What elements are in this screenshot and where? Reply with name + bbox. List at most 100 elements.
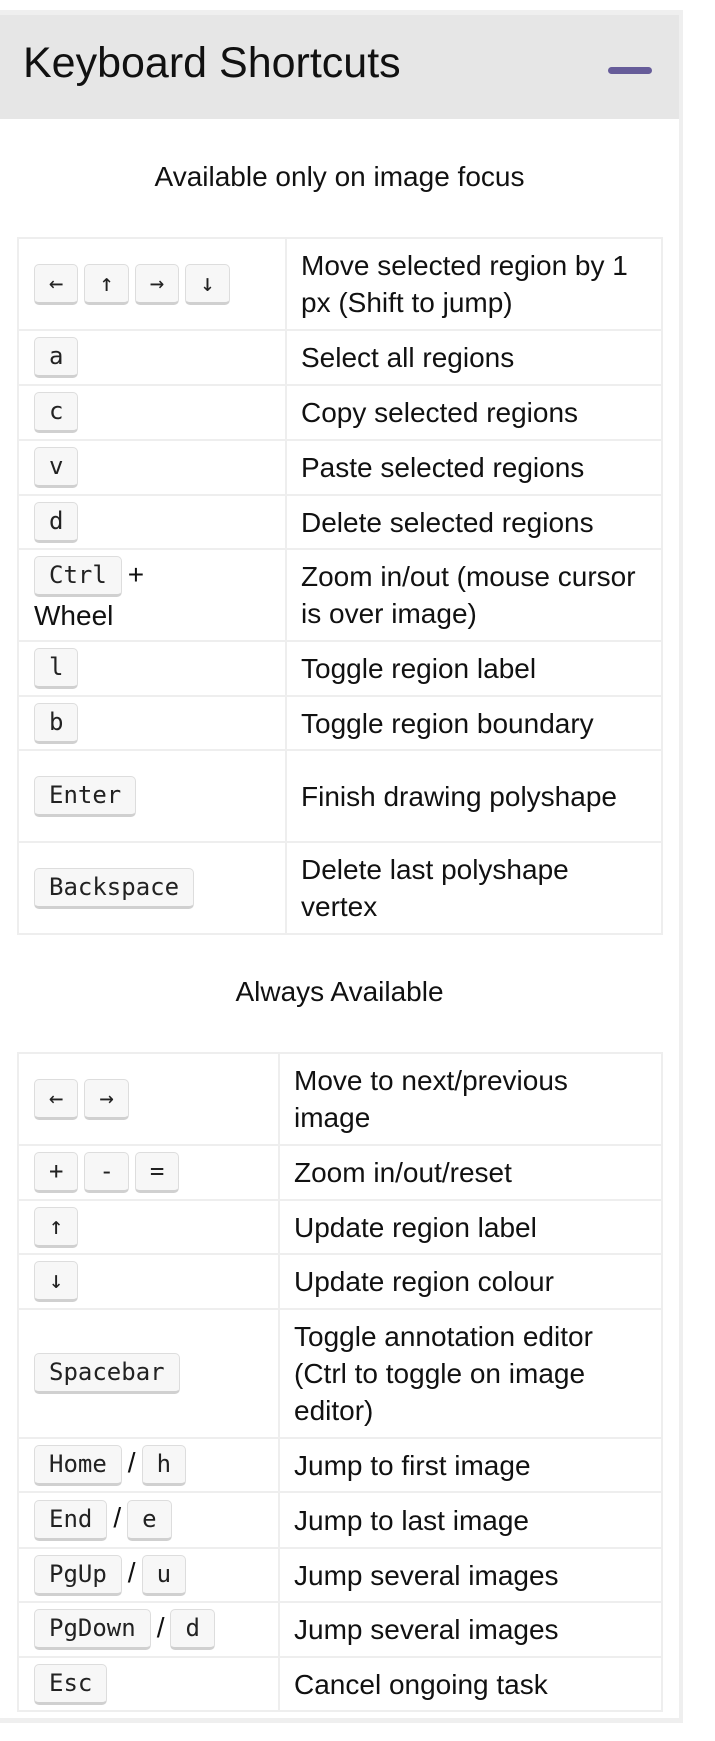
shortcut-row: c Copy selected regions (17, 384, 663, 441)
key-cap: PgUp (34, 1554, 122, 1596)
shortcut-description: Delete last polyshape vertex (285, 841, 663, 935)
shortcut-row: Ctrl + Wheel Zoom in/out (mouse cursor is o… (17, 548, 663, 642)
key-cap: End (34, 1499, 108, 1541)
key-separator: / (113, 1502, 122, 1534)
shortcut-keys: End / e (17, 1491, 280, 1549)
shortcut-row: ← ↑ → ↓ Move selected region by 1 px (Shift … (17, 237, 663, 331)
key-cap: → (134, 263, 180, 305)
shortcut-row: b Toggle region boundary (17, 695, 663, 751)
shortcut-description: Toggle region boundary (285, 695, 663, 751)
shortcut-row: Spacebar Toggle annotation editor (Ctrl t… (17, 1308, 663, 1439)
shortcut-description: Cancel ongoing task (278, 1656, 663, 1712)
shortcut-keys: a (17, 329, 287, 386)
key-cap: + (34, 1152, 79, 1194)
key-cap: PgDown (34, 1609, 151, 1651)
key-separator: / (156, 1611, 165, 1643)
shortcut-description: Jump several images (278, 1601, 663, 1658)
shortcut-row: PgUp / u Jump several images (17, 1547, 663, 1603)
shortcut-row: + - = Zoom in/out/reset (17, 1144, 663, 1201)
shortcut-row: Backspace Delete last polyshape vertex (17, 841, 663, 935)
key-cap: ↑ (84, 263, 129, 305)
shortcut-keys: + - = (17, 1144, 280, 1201)
shortcut-keys: b (17, 695, 287, 751)
shortcut-row: PgDown / d Jump several images (17, 1601, 663, 1658)
shortcut-description: Paste selected regions (285, 439, 663, 496)
shortcut-keys: PgDown / d (17, 1601, 280, 1658)
shortcut-description: Jump several images (278, 1547, 663, 1603)
shortcut-description: Toggle annotation editor (Ctrl to toggle… (278, 1308, 663, 1439)
key-cap: h (141, 1444, 187, 1486)
key-cap: Backspace (34, 867, 195, 909)
shortcut-keys: Spacebar (17, 1308, 280, 1439)
shortcut-row: a Select all regions (17, 329, 663, 386)
key-cap: Spacebar (34, 1353, 180, 1395)
shortcut-keys: l (17, 640, 287, 697)
key-cap: ↑ (34, 1206, 79, 1248)
key-cap: u (141, 1554, 187, 1596)
key-cap: Ctrl (34, 556, 122, 598)
shortcut-description: Copy selected regions (285, 384, 663, 441)
shortcut-row: v Paste selected regions (17, 439, 663, 496)
key-separator: / (127, 1557, 136, 1589)
key-separator: Wheel (34, 600, 114, 632)
key-cap: Home (34, 1444, 122, 1486)
shortcut-row: l Toggle region label (17, 640, 663, 697)
shortcut-description: Move to next/previous image (278, 1052, 663, 1146)
shortcut-row: End / e Jump to last image (17, 1491, 663, 1549)
shortcut-keys: d (17, 494, 287, 550)
shortcut-keys: Enter (17, 749, 287, 843)
shortcut-description: Jump to first image (278, 1437, 663, 1493)
panel-title: Keyboard Shortcuts (23, 39, 401, 87)
shortcut-row: ← → Move to next/previous image (17, 1052, 663, 1146)
shortcut-description: Zoom in/out (mouse cursor is over image) (285, 548, 663, 642)
key-cap: ↓ (185, 263, 230, 305)
shortcut-row: ↑ Update region label (17, 1199, 663, 1255)
key-cap: v (34, 447, 79, 489)
shortcut-row: Esc Cancel ongoing task (17, 1656, 663, 1712)
key-cap: c (34, 392, 79, 434)
key-cap: b (34, 702, 79, 744)
shortcuts-table-always: ← → Move to next/previous image + - = Zoom in/… (17, 1052, 663, 1712)
shortcuts-table-image-focus: ← ↑ → ↓ Move selected region by 1 px (Shift … (17, 237, 663, 935)
shortcut-keys: PgUp / u (17, 1547, 280, 1603)
shortcut-keys: Esc (17, 1656, 280, 1712)
key-cap: → (84, 1078, 129, 1120)
shortcut-keys: Home / h (17, 1437, 280, 1493)
shortcut-row: ↓ Update region colour (17, 1253, 663, 1310)
shortcut-keys: ← ↑ → ↓ (17, 237, 287, 331)
shortcut-row: Enter Finish drawing polyshape (17, 749, 663, 843)
section-heading-image-focus: Available only on image focus (154, 161, 525, 192)
shortcut-keys: ↑ (17, 1199, 280, 1255)
key-cap: ← (34, 1078, 79, 1120)
shortcut-description: Finish drawing polyshape (285, 749, 663, 843)
panel-header[interactable]: Keyboard Shortcuts (0, 15, 679, 119)
key-cap: d (170, 1609, 215, 1651)
shortcut-description: Toggle region label (285, 640, 663, 697)
shortcut-keys: Ctrl + Wheel (17, 548, 287, 642)
key-cap: = (134, 1152, 180, 1194)
shortcut-keys: ← → (17, 1052, 280, 1146)
shortcut-keys: v (17, 439, 287, 496)
collapse-minus-icon[interactable] (608, 67, 652, 74)
shortcut-description: Jump to last image (278, 1491, 663, 1549)
shortcut-description: Delete selected regions (285, 494, 663, 550)
keyboard-shortcuts-panel: Keyboard Shortcuts Available only on ima… (0, 15, 683, 1723)
shortcut-keys: Backspace (17, 841, 287, 935)
shortcut-keys: c (17, 384, 287, 441)
shortcut-description: Update region label (278, 1199, 663, 1255)
shortcut-description: Move selected region by 1 px (Shift to j… (285, 237, 663, 331)
shortcut-description: Update region colour (278, 1253, 663, 1310)
key-separator: + (127, 558, 145, 590)
key-cap: Esc (34, 1663, 108, 1705)
key-separator: / (127, 1447, 136, 1479)
key-cap: d (34, 501, 79, 543)
shortcut-description: Zoom in/out/reset (278, 1144, 663, 1201)
shortcut-row: d Delete selected regions (17, 494, 663, 550)
key-cap: l (34, 648, 79, 690)
key-cap: ← (34, 263, 79, 305)
key-cap: e (127, 1499, 172, 1541)
shortcut-keys: ↓ (17, 1253, 280, 1310)
section-heading-always: Always Available (235, 976, 444, 1007)
shortcut-row: Home / h Jump to first image (17, 1437, 663, 1493)
key-cap: Enter (34, 775, 137, 817)
